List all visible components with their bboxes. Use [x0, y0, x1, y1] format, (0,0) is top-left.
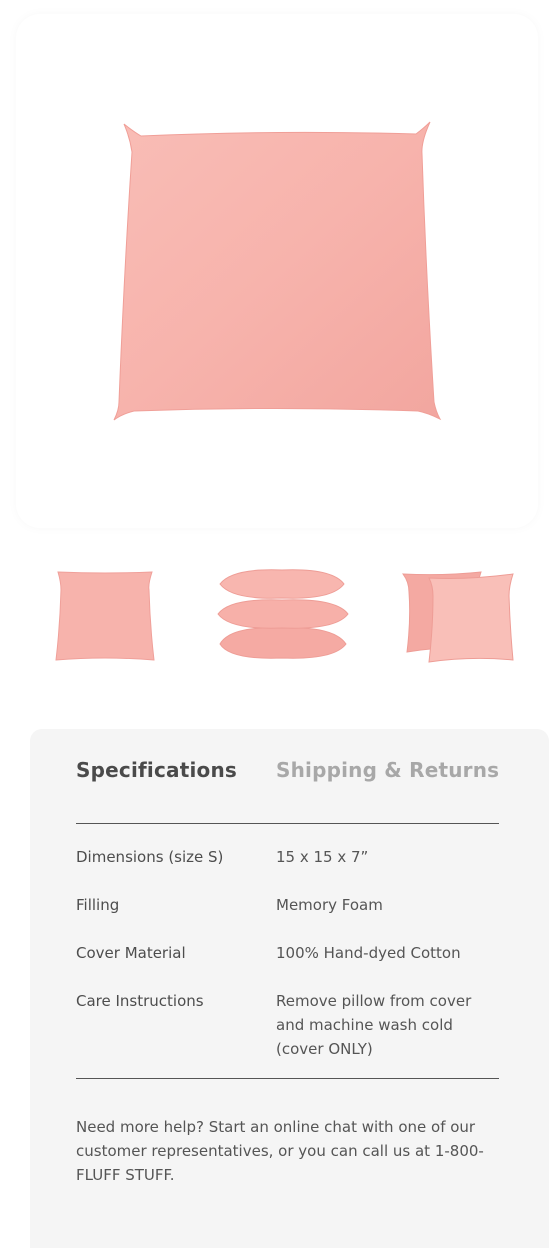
- spec-value-cover-material: 100% Hand-dyed Cotton: [276, 944, 461, 962]
- thumbnail-two-pillows[interactable]: [395, 556, 525, 676]
- thumbnail-stacked-pillows[interactable]: [210, 556, 355, 676]
- spec-label-cover-material: Cover Material: [76, 944, 186, 962]
- spec-value-care-instructions: Remove pillow from cover and machine was…: [276, 992, 472, 1058]
- tab-specifications[interactable]: Specifications: [76, 758, 237, 782]
- tab-shipping-returns[interactable]: Shipping & Returns: [276, 758, 499, 782]
- main-product-image: [16, 14, 538, 528]
- spec-value-filling: Memory Foam: [276, 896, 383, 914]
- divider: [76, 1078, 499, 1079]
- divider: [76, 823, 499, 824]
- thumbnail-single-pillow[interactable]: [40, 556, 170, 676]
- spec-value-dimensions: 15 x 15 x 7”: [276, 848, 369, 866]
- spec-label-dimensions: Dimensions (size S): [76, 848, 224, 866]
- spec-label-care-instructions: Care Instructions: [76, 992, 204, 1010]
- pillow-illustration: [113, 121, 442, 421]
- help-text: Need more help? Start an online chat wit…: [76, 1118, 484, 1184]
- spec-label-filling: Filling: [76, 896, 120, 914]
